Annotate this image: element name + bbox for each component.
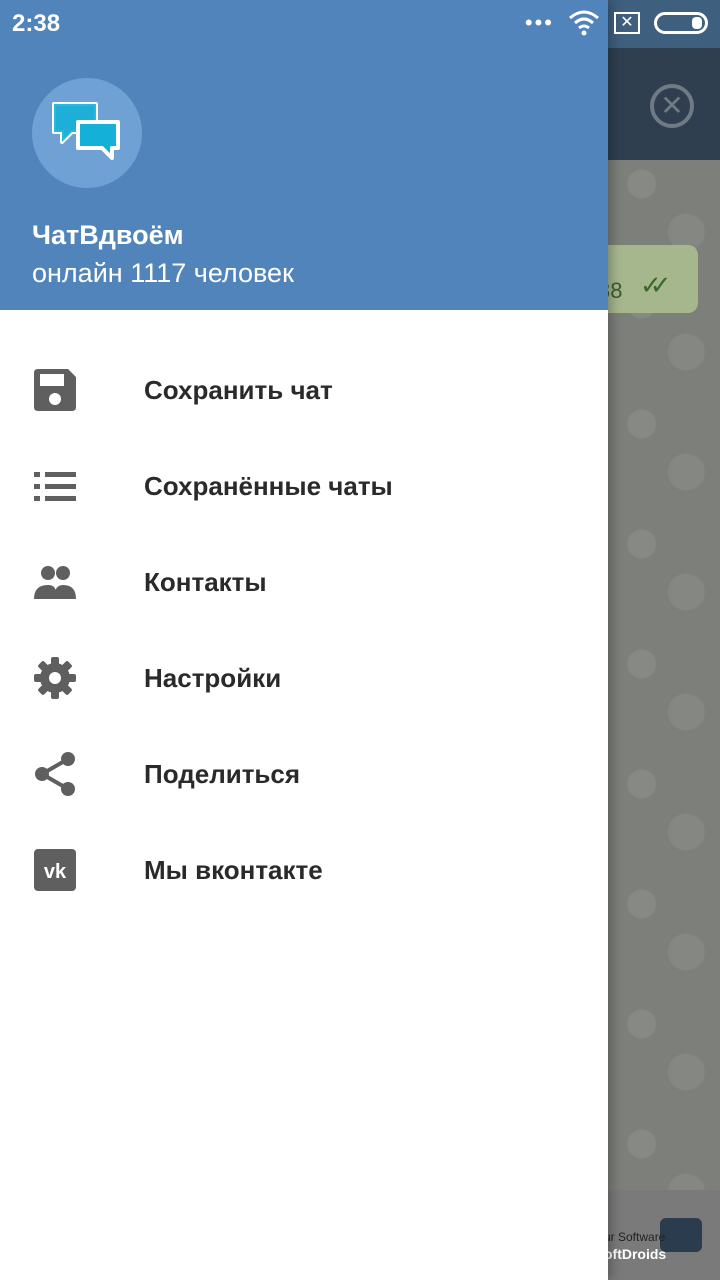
app-avatar [32,78,142,188]
list-icon [34,472,76,501]
close-circle-icon[interactable]: ✕ [650,84,694,128]
status-icons: ••• ✕ [525,10,708,36]
app-title: ЧатВдвоём [32,220,184,250]
menu-label: Сохранить чат [144,375,333,405]
vk-icon: vk [34,849,76,891]
menu-item-settings[interactable]: Настройки [0,630,608,726]
gear-icon [34,657,76,699]
menu-label: Сохранённые чаты [144,471,393,501]
menu-item-vk[interactable]: vk Мы вконтакте [0,822,608,918]
svg-text:vk: vk [44,861,67,883]
menu-item-share[interactable]: Поделиться [0,726,608,822]
chat-bubbles-icon [52,102,120,160]
contacts-icon [34,566,76,599]
status-time: 2:38 [12,10,61,37]
menu-label: Мы вконтакте [144,855,323,885]
wifi-icon [569,10,599,36]
menu-label: Контакты [144,567,267,597]
menu-item-contacts[interactable]: Контакты [0,534,608,630]
online-count: онлайн 1117 человек [32,258,294,288]
menu-item-saved-chats[interactable]: Сохранённые чаты [0,438,608,534]
battery-icon [654,12,708,34]
menu-item-save-chat[interactable]: Сохранить чат [0,342,608,438]
chat-wallpaper-pattern [608,160,720,1190]
menu-label: Поделиться [144,759,301,789]
watermark-line1: ur Software [604,1230,666,1244]
status-bar: 2:38 ••• ✕ [0,0,720,48]
watermark-line2: oftDroids [604,1246,667,1262]
share-icon [35,752,75,796]
drawer-menu: Сохранить чат Сохранённые чаты Контакты [0,342,608,918]
save-icon [34,369,76,411]
navigation-drawer: ЧатВдвоём онлайн 1117 человек 2:38 ••• ✕… [0,0,708,1280]
double-check-icon: ✓✓ [640,270,671,300]
menu-label: Настройки [144,663,282,693]
more-dots-icon: ••• [524,10,554,35]
camera-icon[interactable] [660,1218,702,1252]
no-sim-icon: ✕ [614,12,640,34]
